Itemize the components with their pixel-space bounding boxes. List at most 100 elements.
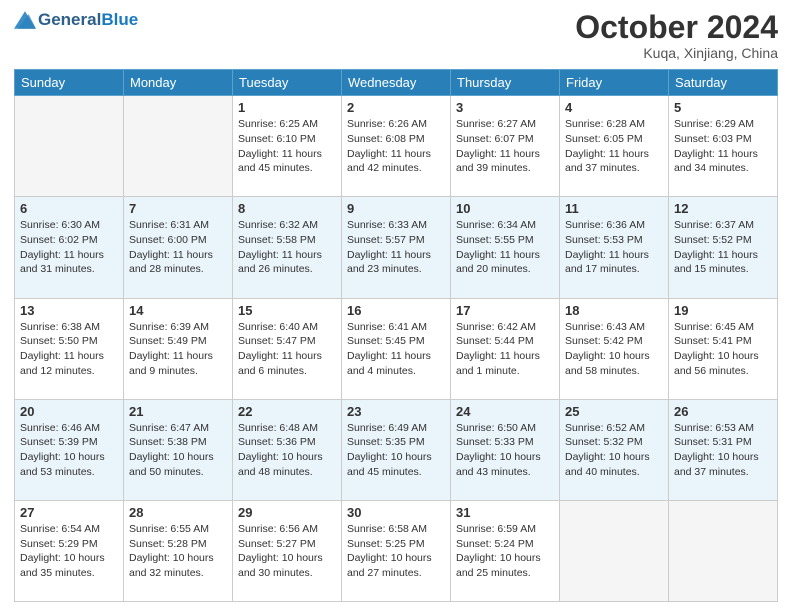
daylight-text: Daylight: 10 hours and 35 minutes. [20,551,118,580]
calendar-day-cell: 23Sunrise: 6:49 AMSunset: 5:35 PMDayligh… [342,399,451,500]
day-info: Sunrise: 6:53 AMSunset: 5:31 PMDaylight:… [674,421,772,480]
day-info: Sunrise: 6:48 AMSunset: 5:36 PMDaylight:… [238,421,336,480]
calendar-day-cell: 13Sunrise: 6:38 AMSunset: 5:50 PMDayligh… [15,298,124,399]
day-number: 10 [456,201,554,216]
sunrise-text: Sunrise: 6:45 AM [674,320,772,335]
sunrise-text: Sunrise: 6:41 AM [347,320,445,335]
day-of-week-header: Tuesday [233,70,342,96]
day-info: Sunrise: 6:54 AMSunset: 5:29 PMDaylight:… [20,522,118,581]
day-info: Sunrise: 6:28 AMSunset: 6:05 PMDaylight:… [565,117,663,176]
daylight-text: Daylight: 11 hours and 17 minutes. [565,248,663,277]
day-of-week-header: Monday [124,70,233,96]
sunset-text: Sunset: 6:02 PM [20,233,118,248]
day-number: 25 [565,404,663,419]
daylight-text: Daylight: 10 hours and 48 minutes. [238,450,336,479]
day-number: 28 [129,505,227,520]
day-info: Sunrise: 6:52 AMSunset: 5:32 PMDaylight:… [565,421,663,480]
sunset-text: Sunset: 5:29 PM [20,537,118,552]
daylight-text: Daylight: 10 hours and 25 minutes. [456,551,554,580]
daylight-text: Daylight: 10 hours and 43 minutes. [456,450,554,479]
calendar-day-cell [15,96,124,197]
calendar-day-cell: 30 Sunrise: 6:58 AMSunset: 5:25 PMDayligh… [342,500,451,601]
calendar-day-cell: 27Sunrise: 6:54 AMSunset: 5:29 PMDayligh… [15,500,124,601]
calendar-day-cell [560,500,669,601]
day-info: Sunrise: 6:37 AMSunset: 5:52 PMDaylight:… [674,218,772,277]
calendar-day-cell: 22Sunrise: 6:48 AMSunset: 5:36 PMDayligh… [233,399,342,500]
calendar-day-cell: 15 Sunrise: 6:40 AMSunset: 5:47 PMDayligh… [233,298,342,399]
sunrise-text: Sunrise: 6:46 AM [20,421,118,436]
header-right: October 2024 Kuqa, Xinjiang, China [575,10,778,61]
daylight-text: Daylight: 11 hours and 23 minutes. [347,248,445,277]
daylight-text: Daylight: 11 hours and 4 minutes. [347,349,445,378]
sunset-text: Sunset: 5:35 PM [347,435,445,450]
day-info: Sunrise: 6:30 AMSunset: 6:02 PMDaylight:… [20,218,118,277]
sunset-text: Sunset: 6:05 PM [565,132,663,147]
sunset-text: Sunset: 5:28 PM [129,537,227,552]
daylight-text: Daylight: 10 hours and 50 minutes. [129,450,227,479]
sunset-text: Sunset: 5:41 PM [674,334,772,349]
daylight-text: Daylight: 11 hours and 37 minutes. [565,147,663,176]
day-number: 26 [674,404,772,419]
daylight-text: Daylight: 11 hours and 28 minutes. [129,248,227,277]
sunrise-text: Sunrise: 6:53 AM [674,421,772,436]
calendar-day-cell: 18Sunrise: 6:43 AMSunset: 5:42 PMDayligh… [560,298,669,399]
day-info: Sunrise: 6:59 AMSunset: 5:24 PMDaylight:… [456,522,554,581]
daylight-text: Daylight: 11 hours and 15 minutes. [674,248,772,277]
day-number: 19 [674,303,772,318]
sunset-text: Sunset: 6:10 PM [238,132,336,147]
sunrise-text: Sunrise: 6:40 AM [238,320,336,335]
sunrise-text: Sunrise: 6:29 AM [674,117,772,132]
day-number: 16 [347,303,445,318]
calendar-day-cell: 11Sunrise: 6:36 AMSunset: 5:53 PMDayligh… [560,197,669,298]
sunrise-text: Sunrise: 6:50 AM [456,421,554,436]
daylight-text: Daylight: 11 hours and 9 minutes. [129,349,227,378]
day-of-week-header: Saturday [669,70,778,96]
sunrise-text: Sunrise: 6:25 AM [238,117,336,132]
sunset-text: Sunset: 5:44 PM [456,334,554,349]
calendar-week-row: 1Sunrise: 6:25 AMSunset: 6:10 PMDaylight… [15,96,778,197]
calendar-day-cell [124,96,233,197]
logo-general: General [38,10,101,30]
day-info: Sunrise: 6:33 AMSunset: 5:57 PMDaylight:… [347,218,445,277]
calendar-header-row: SundayMondayTuesdayWednesdayThursdayFrid… [15,70,778,96]
day-info: Sunrise: 6:55 AMSunset: 5:28 PMDaylight:… [129,522,227,581]
calendar-day-cell: 12 Sunrise: 6:37 AMSunset: 5:52 PMDayligh… [669,197,778,298]
day-info: Sunrise: 6:31 AMSunset: 6:00 PMDaylight:… [129,218,227,277]
sunrise-text: Sunrise: 6:49 AM [347,421,445,436]
day-info: Sunrise: 6:41 AMSunset: 5:45 PMDaylight:… [347,320,445,379]
calendar-day-cell: 5Sunrise: 6:29 AMSunset: 6:03 PMDaylight… [669,96,778,197]
day-number: 20 [20,404,118,419]
calendar-day-cell: 10Sunrise: 6:34 AMSunset: 5:55 PMDayligh… [451,197,560,298]
day-of-week-header: Friday [560,70,669,96]
calendar-day-cell: 3Sunrise: 6:27 AMSunset: 6:07 PMDaylight… [451,96,560,197]
day-info: Sunrise: 6:36 AMSunset: 5:53 PMDaylight:… [565,218,663,277]
calendar-day-cell: 17Sunrise: 6:42 AMSunset: 5:44 PMDayligh… [451,298,560,399]
day-number: 12 [674,201,772,216]
page: GeneralBlue October 2024 Kuqa, Xinjiang,… [0,0,792,612]
day-number: 9 [347,201,445,216]
day-info: Sunrise: 6:40 AMSunset: 5:47 PMDaylight:… [238,320,336,379]
day-info: Sunrise: 6:47 AMSunset: 5:38 PMDaylight:… [129,421,227,480]
sunset-text: Sunset: 5:52 PM [674,233,772,248]
calendar-day-cell: 1Sunrise: 6:25 AMSunset: 6:10 PMDaylight… [233,96,342,197]
day-number: 4 [565,100,663,115]
day-info: Sunrise: 6:56 AMSunset: 5:27 PMDaylight:… [238,522,336,581]
day-info: Sunrise: 6:26 AMSunset: 6:08 PMDaylight:… [347,117,445,176]
daylight-text: Daylight: 10 hours and 45 minutes. [347,450,445,479]
daylight-text: Daylight: 10 hours and 30 minutes. [238,551,336,580]
day-number: 30 [347,505,445,520]
sunrise-text: Sunrise: 6:32 AM [238,218,336,233]
day-of-week-header: Thursday [451,70,560,96]
sunrise-text: Sunrise: 6:52 AM [565,421,663,436]
calendar-day-cell: 28 Sunrise: 6:55 AMSunset: 5:28 PMDayligh… [124,500,233,601]
logo-icon [14,11,36,29]
day-info: Sunrise: 6:58 AMSunset: 5:25 PMDaylight:… [347,522,445,581]
sunrise-text: Sunrise: 6:36 AM [565,218,663,233]
calendar-day-cell: 7Sunrise: 6:31 AMSunset: 6:00 PMDaylight… [124,197,233,298]
daylight-text: Daylight: 11 hours and 42 minutes. [347,147,445,176]
location: Kuqa, Xinjiang, China [575,45,778,61]
day-info: Sunrise: 6:38 AMSunset: 5:50 PMDaylight:… [20,320,118,379]
day-number: 15 [238,303,336,318]
calendar-day-cell: 21Sunrise: 6:47 AMSunset: 5:38 PMDayligh… [124,399,233,500]
day-number: 31 [456,505,554,520]
